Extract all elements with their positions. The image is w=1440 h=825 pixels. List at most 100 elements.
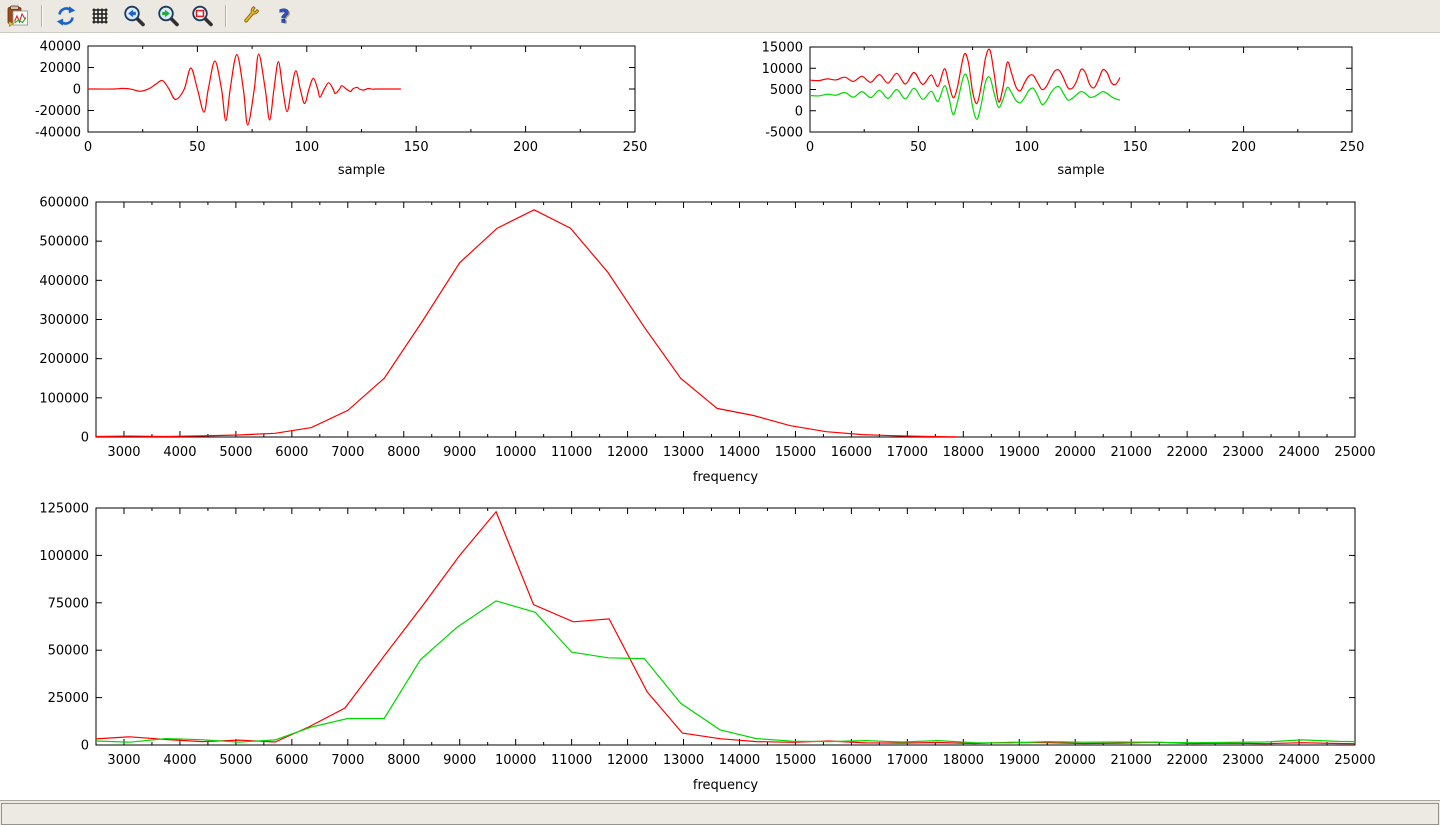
x-tick-label: 14000 — [719, 753, 760, 768]
x-tick-label: 7000 — [331, 445, 364, 460]
x-tick-label: 5000 — [219, 445, 252, 460]
x-tick-label: 3000 — [107, 445, 140, 460]
toolbar: ? ? — [0, 0, 1440, 33]
x-tick-label: 7000 — [331, 753, 364, 768]
x-tick-label: 22000 — [1166, 753, 1207, 768]
x-tick-label: 10000 — [495, 753, 536, 768]
x-tick-label: 19000 — [999, 445, 1040, 460]
x-tick-label: 8000 — [387, 753, 420, 768]
x-tick-label: 11000 — [551, 445, 592, 460]
y-tick-label: 400000 — [39, 274, 89, 289]
x-tick-label: 6000 — [275, 445, 308, 460]
x-tick-label: 200 — [1231, 140, 1256, 155]
x-tick-label: 3000 — [107, 753, 140, 768]
statusbar — [0, 800, 1440, 825]
configure-button[interactable] — [236, 3, 264, 29]
y-tick-label: 300000 — [39, 313, 89, 328]
plot-area-echo-signals[interactable] — [810, 47, 1352, 132]
y-tick-label: 75000 — [48, 596, 89, 611]
y-tick-label: 25000 — [48, 691, 89, 706]
status-message — [1, 803, 1439, 825]
x-tick-label: 18000 — [943, 753, 984, 768]
x-axis-label: frequency — [693, 778, 759, 793]
x-axis-label: frequency — [693, 470, 759, 485]
x-tick-label: 20000 — [1055, 753, 1096, 768]
x-tick-label: 12000 — [607, 753, 648, 768]
y-tick-label: -5000 — [765, 126, 803, 141]
zoom-next-icon — [156, 4, 180, 28]
x-tick-label: 25000 — [1334, 445, 1375, 460]
y-tick-label: 600000 — [39, 196, 89, 211]
x-tick-label: 16000 — [831, 445, 872, 460]
plot-area-chirp-spectrum[interactable] — [96, 202, 1355, 437]
x-tick-label: 4000 — [163, 445, 196, 460]
y-tick-label: 200000 — [39, 352, 89, 367]
plot-area-chirp-signal[interactable] — [88, 46, 635, 132]
x-tick-label: 11000 — [551, 753, 592, 768]
zoom-previous-icon — [122, 4, 146, 28]
y-tick-label: 100000 — [39, 391, 89, 406]
copy-plot-button[interactable] — [4, 3, 32, 29]
y-tick-label: 125000 — [39, 502, 89, 517]
y-tick-label: 0 — [81, 739, 89, 754]
x-tick-label: 250 — [623, 140, 648, 155]
x-tick-label: 100 — [1014, 140, 1039, 155]
replot-button[interactable] — [52, 3, 80, 29]
y-tick-label: -20000 — [35, 104, 81, 119]
x-tick-label: 150 — [1123, 140, 1148, 155]
y-tick-label: 0 — [795, 104, 803, 119]
y-tick-label: 100000 — [39, 549, 89, 564]
x-tick-label: 23000 — [1222, 753, 1263, 768]
grid-button[interactable] — [86, 3, 114, 29]
x-tick-label: 15000 — [775, 445, 816, 460]
y-tick-label: 20000 — [40, 61, 81, 76]
x-tick-label: 100 — [294, 140, 319, 155]
plot-area-echo-spectra[interactable] — [96, 508, 1355, 745]
x-tick-label: 17000 — [887, 445, 928, 460]
x-tick-label: 21000 — [1110, 445, 1151, 460]
help-button[interactable]: ? ? — [270, 3, 298, 29]
x-tick-label: 0 — [84, 140, 92, 155]
y-tick-label: 40000 — [40, 40, 81, 55]
y-tick-label: 15000 — [762, 41, 803, 56]
x-tick-label: 150 — [404, 140, 429, 155]
x-tick-label: 9000 — [443, 753, 476, 768]
x-tick-label: 23000 — [1222, 445, 1263, 460]
toolbar-separator — [225, 5, 227, 27]
x-axis-label: sample — [1057, 163, 1104, 178]
clipboard-chart-icon — [6, 4, 30, 28]
y-tick-label: 0 — [73, 83, 81, 98]
x-tick-label: 200 — [513, 140, 538, 155]
autoscale-button[interactable] — [188, 3, 216, 29]
x-tick-label: 5000 — [219, 753, 252, 768]
toolbar-separator — [41, 5, 43, 27]
svg-text:?: ? — [278, 5, 289, 27]
plot-canvas[interactable]: 050100150200250-40000-2000002000040000sa… — [0, 0, 1440, 825]
y-tick-label: 5000 — [770, 83, 803, 98]
y-tick-label: 10000 — [762, 62, 803, 77]
x-tick-label: 4000 — [163, 753, 196, 768]
x-tick-label: 9000 — [443, 445, 476, 460]
x-tick-label: 250 — [1340, 140, 1365, 155]
x-tick-label: 18000 — [943, 445, 984, 460]
x-tick-label: 0 — [806, 140, 814, 155]
zoom-previous-button[interactable] — [120, 3, 148, 29]
wrench-icon — [238, 4, 262, 28]
x-tick-label: 19000 — [999, 753, 1040, 768]
y-tick-label: 500000 — [39, 235, 89, 250]
x-tick-label: 14000 — [719, 445, 760, 460]
x-tick-label: 20000 — [1055, 445, 1096, 460]
x-tick-label: 24000 — [1278, 445, 1319, 460]
zoom-next-button[interactable] — [154, 3, 182, 29]
x-tick-label: 13000 — [663, 445, 704, 460]
x-tick-label: 12000 — [607, 445, 648, 460]
refresh-icon — [54, 4, 78, 28]
y-tick-label: 0 — [81, 431, 89, 446]
x-tick-label: 22000 — [1166, 445, 1207, 460]
zoom-autoscale-icon — [190, 4, 214, 28]
x-tick-label: 50 — [910, 140, 927, 155]
x-tick-label: 13000 — [663, 753, 704, 768]
x-axis-label: sample — [338, 163, 385, 178]
x-tick-label: 8000 — [387, 445, 420, 460]
x-tick-label: 16000 — [831, 753, 872, 768]
